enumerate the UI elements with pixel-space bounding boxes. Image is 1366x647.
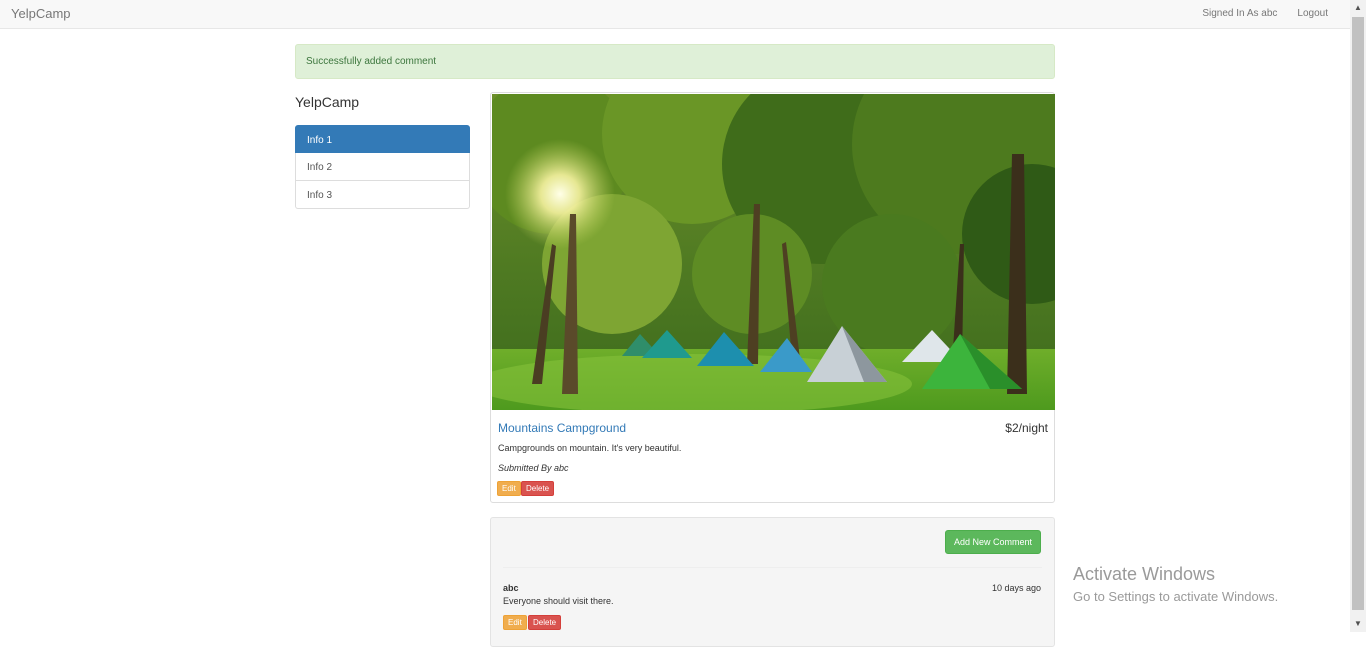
scroll-down-icon[interactable]: ▼ [1350,616,1366,632]
page-scrollbar[interactable]: ▲ ▼ [1350,0,1366,632]
comment-text: Everyone should visit there. [503,596,614,606]
activate-windows-title: Activate Windows [1073,564,1216,584]
delete-comment-button[interactable]: Delete [528,615,562,630]
navbar: YelpCamp Signed In As abc Logout [0,0,1350,29]
comments-panel: Add New Comment abc 10 days ago Everyone… [490,517,1055,647]
campground-submitted-by: Submitted By abc [498,463,569,473]
add-comment-button[interactable]: Add New Comment [944,530,1041,554]
sidebar-item-info-1[interactable]: Info 1 [295,125,470,153]
campground-description: Campgrounds on mountain. It's very beaut… [498,443,682,453]
scrollbar-thumb[interactable] [1352,17,1364,610]
edit-comment-button[interactable]: Edit [503,615,527,630]
edit-campground-button[interactable]: Edit [497,481,521,496]
sidebar-item-info-2[interactable]: Info 2 [295,153,470,181]
navbar-right: Signed In As abc Logout [1202,8,1328,19]
sidebar-list: Info 1 Info 2 Info 3 [295,125,470,209]
signed-in-link[interactable]: Signed In As abc [1202,8,1277,19]
comments-divider [503,567,1042,568]
campground-image [492,94,1055,410]
logout-link[interactable]: Logout [1297,8,1328,19]
delete-campground-button[interactable]: Delete [521,481,555,496]
sidebar-item-info-3[interactable]: Info 3 [295,181,470,209]
navbar-brand[interactable]: YelpCamp [11,6,71,21]
sidebar-title: YelpCamp [295,94,360,110]
scroll-up-icon[interactable]: ▲ [1350,0,1366,16]
campground-price: $2/night [1005,421,1048,435]
comment-time: 10 days ago [991,583,1041,593]
campground-name-link[interactable]: Mountains Campground [498,421,626,435]
success-alert: Successfully added comment [295,44,1055,79]
campground-card: Mountains Campground $2/night Campground… [490,92,1055,503]
activate-windows-subtitle: Go to Settings to activate Windows. [1073,589,1279,604]
comment-author: abc [503,583,519,593]
